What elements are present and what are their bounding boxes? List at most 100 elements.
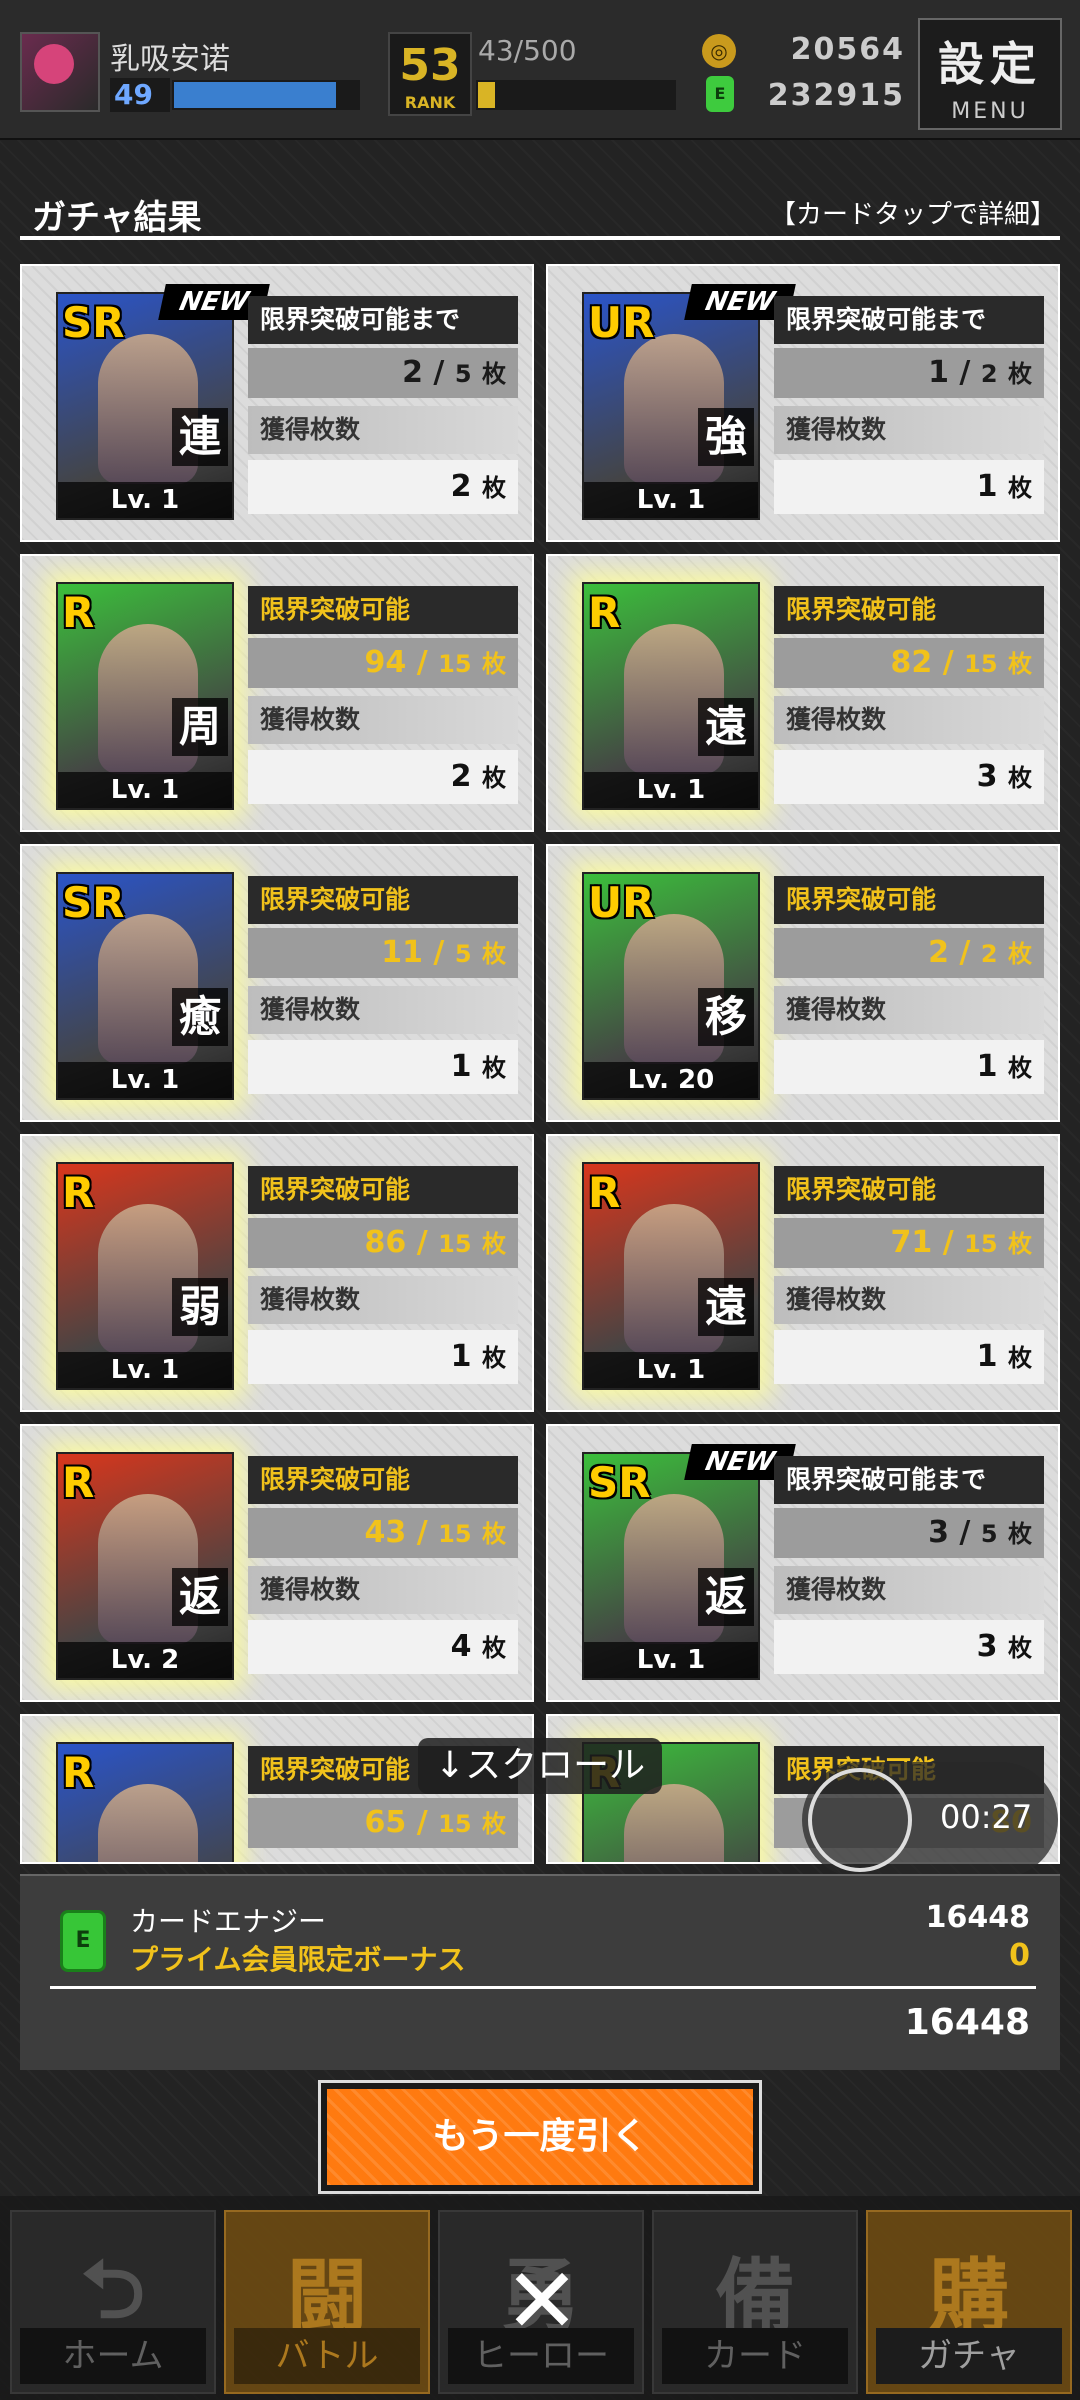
limit-break-label: 限界突破可能: [248, 1456, 518, 1504]
got-unit: 枚: [1008, 1054, 1032, 1082]
energy-icon: E: [706, 76, 734, 112]
page-title: ガチャ結果: [32, 198, 202, 238]
type-badge: 強: [698, 408, 754, 466]
screen-record-widget[interactable]: 00:27: [802, 1762, 1058, 1878]
acquired-count: 2 枚: [248, 460, 518, 514]
result-card[interactable]: UR 強 Lv. 1 NEW 限界突破可能まで 1 / 2 枚獲得枚数 1 枚: [546, 264, 1060, 542]
acquired-label: 獲得枚数: [248, 1566, 518, 1614]
acquired-count: 1 枚: [774, 1330, 1044, 1384]
nav-gacha-label: ガチャ: [876, 2328, 1062, 2384]
energy-summary-panel: E カードエナジー プライム会員限定ボーナス 16448 0 16448: [20, 1874, 1060, 2070]
limit-break-label: 限界突破可能: [248, 586, 518, 634]
limit-break-label: 限界突破可能: [248, 1166, 518, 1214]
got-count: 4: [450, 1629, 472, 1664]
rarity-badge: R: [62, 1748, 95, 1797]
need-count: 15: [438, 650, 472, 678]
need-count: 5: [454, 360, 472, 388]
rarity-badge: R: [588, 1168, 621, 1217]
result-card[interactable]: R 周 Lv. 1 限界突破可能 94 / 15 枚獲得枚数 2 枚: [20, 554, 534, 832]
exp-fill: [174, 82, 336, 108]
result-card[interactable]: SR 癒 Lv. 1 限界突破可能 11 / 5 枚獲得枚数 1 枚: [20, 844, 534, 1122]
acquired-count: 1 枚: [248, 1330, 518, 1384]
count-unit: 枚: [1008, 360, 1032, 388]
result-card[interactable]: R 返 Lv. 2 限界突破可能 43 / 15 枚獲得枚数 4 枚: [20, 1424, 534, 1702]
result-card[interactable]: SR 連 Lv. 1 NEW 限界突破可能まで 2 / 5 枚獲得枚数 2 枚: [20, 264, 534, 542]
card-art: SR 癒 Lv. 1: [56, 872, 234, 1100]
need-count: 15: [964, 650, 998, 678]
type-badge: 返: [172, 1568, 228, 1626]
rarity-badge: R: [588, 588, 621, 637]
close-icon[interactable]: ✕: [502, 2257, 582, 2347]
result-card[interactable]: UR 移 Lv. 20 限界突破可能 2 / 2 枚獲得枚数 1 枚: [546, 844, 1060, 1122]
scroll-hint: ↓スクロール: [418, 1738, 662, 1794]
rarity-badge: UR: [588, 878, 655, 927]
draw-again-label: もう一度引く: [327, 2089, 753, 2185]
player-avatar[interactable]: [20, 32, 100, 112]
coin-count: 20564: [790, 32, 905, 67]
result-card[interactable]: R 遠 Lv. 1 限界突破可能 71 / 15 枚獲得枚数 1 枚: [546, 1134, 1060, 1412]
have-count: 3: [928, 1515, 949, 1550]
record-ring-icon[interactable]: [808, 1768, 912, 1872]
limit-break-progress: 86 / 15 枚: [248, 1218, 518, 1268]
card-level: Lv. 1: [58, 1062, 232, 1098]
player-level: 49: [110, 78, 170, 112]
limit-break-progress: 82 / 15 枚: [774, 638, 1044, 688]
card-energy-label: カードエナジー: [130, 1905, 327, 1938]
card-art: SR 返 Lv. 1: [582, 1452, 760, 1680]
count-unit: 枚: [482, 940, 506, 968]
limit-break-label: 限界突破可能: [774, 876, 1044, 924]
coin-icon: ◎: [702, 34, 736, 68]
card-level: Lv. 1: [584, 1352, 758, 1388]
got-count: 1: [450, 1049, 472, 1084]
prime-bonus-value: 0: [1009, 1938, 1030, 1973]
acquired-label: 獲得枚数: [774, 696, 1044, 744]
have-count: 43: [364, 1515, 407, 1550]
nav-card[interactable]: 備 カード: [652, 2210, 858, 2394]
acquired-label: 獲得枚数: [248, 696, 518, 744]
need-count: 2: [980, 940, 998, 968]
limit-break-progress: 65 / 15 枚: [248, 1798, 518, 1848]
got-unit: 枚: [1008, 764, 1032, 792]
summary-divider: [50, 1986, 1036, 1989]
got-unit: 枚: [1008, 1344, 1032, 1372]
player-name: 乳吸安诺: [110, 42, 230, 77]
result-card[interactable]: R 弱 Lv. 1 限界突破可能 86 / 15 枚獲得枚数 1 枚: [20, 1134, 534, 1412]
player-exp-bar: [172, 80, 360, 110]
settings-label: 設定: [938, 37, 1042, 91]
type-badge: 癒: [172, 988, 228, 1046]
got-count: 1: [976, 1049, 998, 1084]
got-unit: 枚: [482, 474, 506, 502]
result-card[interactable]: R 遠 Lv. 1 限界突破可能 82 / 15 枚獲得枚数 3 枚: [546, 554, 1060, 832]
limit-break-progress: 43 / 15 枚: [248, 1508, 518, 1558]
have-count: 2: [928, 935, 949, 970]
got-unit: 枚: [482, 1344, 506, 1372]
have-count: 82: [890, 645, 933, 680]
need-count: 5: [980, 1520, 998, 1548]
draw-again-button[interactable]: もう一度引く: [318, 2080, 762, 2194]
acquired-count: 2 枚: [248, 750, 518, 804]
card-level: Lv. 1: [58, 772, 232, 808]
result-card[interactable]: SR 返 Lv. 1 NEW 限界突破可能まで 3 / 5 枚獲得枚数 3 枚: [546, 1424, 1060, 1702]
need-count: 2: [980, 360, 998, 388]
nav-home[interactable]: ⮌ ホーム: [10, 2210, 216, 2394]
rarity-badge: SR: [62, 298, 125, 347]
settings-menu-button[interactable]: 設定 MENU: [918, 18, 1062, 130]
card-art: R 遠 Lv. 1: [582, 582, 760, 810]
need-count: 5: [454, 940, 472, 968]
limit-break-progress: 11 / 5 枚: [248, 928, 518, 978]
record-time: 00:27: [940, 1798, 1033, 1836]
card-level: Lv. 1: [584, 1642, 758, 1678]
nav-home-label: ホーム: [20, 2328, 206, 2384]
nav-gacha[interactable]: 購 ガチャ: [866, 2210, 1072, 2394]
type-badge: 周: [172, 698, 228, 756]
prime-bonus-label: プライム会員限定ボーナス: [130, 1943, 466, 1976]
acquired-label: 獲得枚数: [248, 986, 518, 1034]
count-unit: 枚: [482, 1810, 506, 1838]
type-badge: 遠: [698, 1278, 754, 1336]
acquired-count: 4 枚: [248, 1620, 518, 1674]
limit-break-progress: 2 / 5 枚: [248, 348, 518, 398]
nav-battle[interactable]: 闘 バトル: [224, 2210, 430, 2394]
type-badge: 弱: [172, 1278, 228, 1336]
card-art: R 弱 Lv. 1: [56, 1162, 234, 1390]
card-art: UR 移 Lv. 20: [582, 872, 760, 1100]
